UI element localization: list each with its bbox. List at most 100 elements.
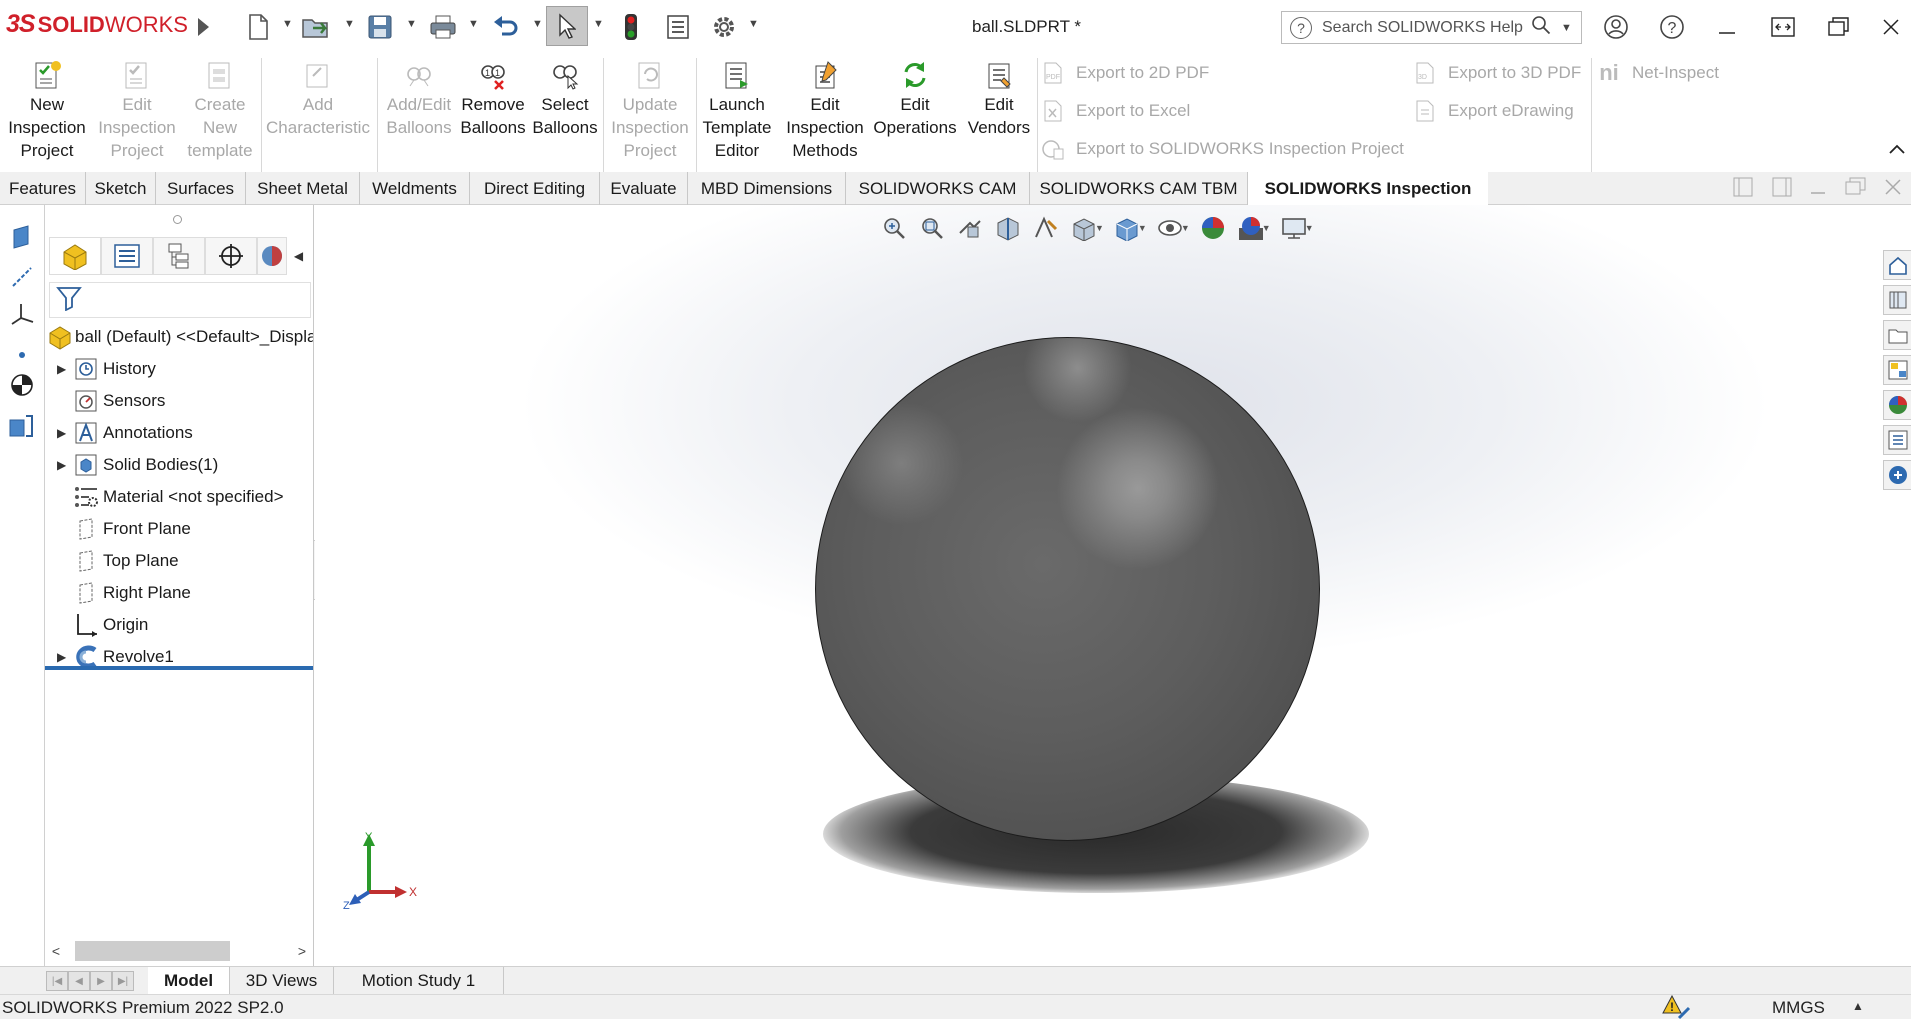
maximize-icon[interactable]	[1819, 10, 1859, 44]
tree-item-right-plane[interactable]: Right Plane	[45, 577, 313, 609]
tab-mbd-dimensions[interactable]: MBD Dimensions	[688, 172, 846, 205]
tree-item-front-plane[interactable]: Front Plane	[45, 513, 313, 545]
center-of-mass-icon[interactable]	[8, 371, 36, 399]
tab-sheet-metal[interactable]: Sheet Metal	[246, 172, 360, 205]
design-library-icon[interactable]	[1883, 285, 1911, 315]
zoom-to-fit-icon[interactable]	[875, 211, 913, 245]
rebuild-warning-icon[interactable]: !	[1662, 994, 1692, 1019]
scroll-right-icon[interactable]: >	[291, 943, 313, 959]
graphics-area[interactable]: ▼ ▼ ▼ ▼ ▼ Y X Z	[315, 205, 1881, 970]
solidworks-resources-home-icon[interactable]	[1883, 250, 1911, 280]
net-inspect-button[interactable]: ni Net-Inspect	[1596, 60, 1719, 86]
add-characteristic-button[interactable]: Add Characteristic	[262, 60, 374, 139]
tree-filter-bar[interactable]	[49, 282, 311, 318]
tree-item-material[interactable]: Material <not specified>	[45, 481, 313, 513]
select-arrow-icon[interactable]	[546, 6, 588, 46]
dimxpert-manager-tab-icon[interactable]	[205, 237, 257, 275]
scroll-thumb[interactable]	[75, 941, 230, 961]
doc-restore-icon[interactable]	[1845, 177, 1867, 202]
traffic-light-icon[interactable]	[618, 9, 644, 45]
export-inspection-project-button[interactable]: Export to SOLIDWORKS Inspection Project	[1040, 136, 1404, 162]
open-icon[interactable]	[300, 9, 334, 45]
line-icon[interactable]	[8, 263, 36, 291]
help-icon[interactable]: ?	[1652, 10, 1692, 44]
export-3d-pdf-button[interactable]: 3D Export to 3D PDF	[1412, 60, 1581, 86]
doc-minimize-icon[interactable]	[1808, 177, 1828, 202]
tree-item-sensors[interactable]: Sensors	[45, 385, 313, 417]
property-manager-tab-icon[interactable]	[101, 237, 153, 275]
edit-operations-button[interactable]: Edit Operations	[871, 60, 959, 139]
view-settings-caret[interactable]: ▼	[1305, 223, 1314, 233]
collapse-ribbon-icon[interactable]	[1888, 138, 1906, 161]
tree-item-top-plane[interactable]: Top Plane	[45, 545, 313, 577]
tab-evaluate[interactable]: Evaluate	[600, 172, 688, 205]
view-orientation-caret[interactable]: ▼	[1095, 223, 1104, 233]
search-icon[interactable]	[1531, 15, 1551, 41]
search-dropdown-caret[interactable]: ▼	[1561, 22, 1572, 34]
minimize-icon[interactable]	[1707, 10, 1747, 44]
first-tab-icon[interactable]: |◀	[46, 971, 68, 991]
save-dropdown-caret[interactable]: ▼	[406, 18, 417, 30]
tab-motion-study-1[interactable]: Motion Study 1	[334, 967, 504, 995]
next-tab-icon[interactable]: ▶	[90, 971, 112, 991]
tree-horizontal-scrollbar[interactable]: < >	[45, 937, 313, 965]
close-icon[interactable]	[1871, 10, 1911, 44]
tab-weldments[interactable]: Weldments	[360, 172, 470, 205]
edit-inspection-methods-button[interactable]: Edit Inspection Methods	[779, 60, 871, 162]
launch-template-editor-button[interactable]: Launch Template Editor	[697, 60, 777, 162]
help-search-input[interactable]	[1322, 18, 1527, 37]
create-new-template-button[interactable]: Create New template	[180, 60, 260, 162]
open-dropdown-caret[interactable]: ▼	[344, 18, 355, 30]
expand-arrow-icon[interactable]: ▶	[57, 362, 66, 376]
rollback-bar[interactable]	[45, 666, 313, 670]
tile-left-icon[interactable]	[1733, 177, 1753, 202]
account-icon[interactable]	[1596, 10, 1636, 44]
restore-tile-icon[interactable]	[1763, 10, 1803, 44]
tab-features[interactable]: Features	[0, 172, 86, 205]
previous-view-icon[interactable]	[951, 211, 989, 245]
edit-vendors-button[interactable]: Edit Vendors	[963, 60, 1035, 139]
print-icon[interactable]	[427, 9, 459, 45]
expand-arrow-icon[interactable]: ▶	[57, 650, 66, 664]
tab-direct-editing[interactable]: Direct Editing	[470, 172, 600, 205]
select-balloons-button[interactable]: Select Balloons	[532, 60, 598, 139]
unit-system[interactable]: MMGS	[1772, 998, 1825, 1018]
unit-system-caret[interactable]: ▲	[1852, 999, 1864, 1013]
export-excel-button[interactable]: Export to Excel	[1040, 98, 1190, 124]
tree-item-origin[interactable]: Origin	[45, 609, 313, 641]
appearances-scenes-icon[interactable]	[1883, 390, 1911, 420]
mate-reference-icon[interactable]	[8, 411, 36, 439]
display-style-caret[interactable]: ▼	[1138, 223, 1147, 233]
prev-tab-icon[interactable]: ◀	[68, 971, 90, 991]
export-2d-pdf-button[interactable]: PDF Export to 2D PDF	[1040, 60, 1209, 86]
solidworks-logo[interactable]: 3S SOLID WORKS	[6, 10, 188, 39]
options-dropdown-caret[interactable]: ▼	[748, 18, 759, 30]
tab-surfaces[interactable]: Surfaces	[156, 172, 246, 205]
tile-right-icon[interactable]	[1772, 177, 1792, 202]
save-icon[interactable]	[364, 9, 396, 45]
ball-model[interactable]	[815, 337, 1320, 841]
expand-arrow-icon[interactable]: ▶	[57, 426, 66, 440]
zoom-to-area-icon[interactable]	[913, 211, 951, 245]
new-dropdown-caret[interactable]: ▼	[282, 18, 293, 30]
undo-dropdown-caret[interactable]: ▼	[532, 18, 543, 30]
undo-icon[interactable]	[489, 9, 521, 45]
tree-item-solid-bodies[interactable]: ▶ Solid Bodies(1)	[45, 449, 313, 481]
remove-balloons-button[interactable]: 11 Remove Balloons	[455, 60, 531, 139]
tab-solidworks-inspection[interactable]: SOLIDWORKS Inspection	[1248, 172, 1488, 205]
options-gear-icon[interactable]	[707, 9, 741, 45]
select-dropdown-caret[interactable]: ▼	[593, 18, 604, 30]
scroll-track[interactable]	[67, 941, 291, 961]
apply-scene-caret[interactable]: ▼	[1262, 223, 1271, 233]
solidworks-forum-icon[interactable]	[1883, 460, 1911, 490]
file-explorer-icon[interactable]	[1883, 320, 1911, 350]
hide-show-caret[interactable]: ▼	[1181, 223, 1190, 233]
expand-arrow-icon[interactable]	[192, 9, 214, 45]
section-view-icon[interactable]	[989, 211, 1027, 245]
file-properties-icon[interactable]	[663, 9, 693, 45]
tab-solidworks-cam[interactable]: SOLIDWORKS CAM	[846, 172, 1030, 205]
tree-item-annotations[interactable]: ▶ Annotations	[45, 417, 313, 449]
panel-drag-handle[interactable]	[173, 215, 182, 224]
new-inspection-project-button[interactable]: New Inspection Project	[6, 60, 88, 162]
view-palette-icon[interactable]	[1883, 355, 1911, 385]
